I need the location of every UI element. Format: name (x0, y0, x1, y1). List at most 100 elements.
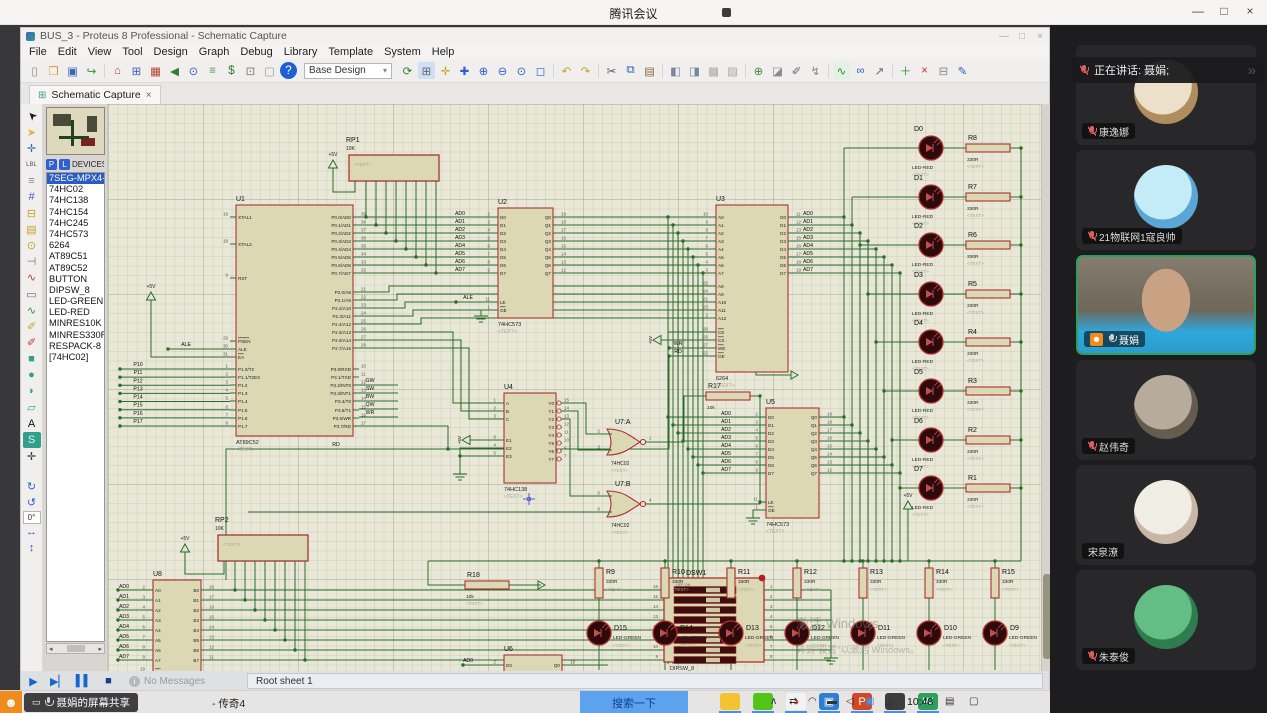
toolbar-icon-49[interactable]: ✎ (954, 62, 971, 79)
taskbar-app-title[interactable]: - 传奇4 (212, 696, 245, 711)
mode-icon-5[interactable]: # (23, 189, 41, 205)
menu-edit[interactable]: Edit (58, 46, 77, 58)
pause-button[interactable]: ▌▌ (71, 672, 96, 690)
toolbar-icon-8[interactable]: ◀ (166, 62, 183, 79)
participant-tile[interactable]: 21物联网1寇良帅 (1076, 150, 1256, 250)
mode-icon-18[interactable]: ▱ (23, 399, 41, 415)
toolbar-icon-29[interactable]: ⧉ (622, 62, 639, 79)
mode-icon-3[interactable]: LBL (23, 157, 41, 173)
participant-tile[interactable]: ☻聂娟 (1076, 255, 1256, 355)
mode-icon-10[interactable]: ∿ (23, 270, 41, 286)
proteus-minimize-button[interactable]: — (995, 31, 1013, 42)
schematic-canvas[interactable]: +5V+5V+5V+5V+5V+5VU1AT89C52<TEXT>XTAL119… (108, 104, 1041, 671)
device-item[interactable]: LED-RED (47, 307, 104, 318)
toolbar-icon-32[interactable]: ◧ (667, 62, 684, 79)
toolbar-icon-9[interactable]: ⊙ (185, 62, 202, 79)
toolbar-icon-26[interactable]: ↷ (577, 62, 594, 79)
step-button[interactable]: ▶▏ (46, 672, 71, 690)
menu-template[interactable]: Template (328, 46, 373, 58)
toolbar-icon-11[interactable]: $ (223, 62, 240, 79)
proteus-close-button[interactable]: × (1031, 31, 1049, 42)
toolbar-icon-3[interactable]: ↪ (83, 62, 100, 79)
tab-close-icon[interactable]: × (146, 90, 152, 101)
mode-icon-13[interactable]: ✐ (23, 318, 41, 334)
rotate-icon-3[interactable]: ↔ (23, 524, 41, 540)
toolbar-icon-28[interactable]: ✂ (603, 62, 620, 79)
mode-icon-21[interactable]: ✛ (23, 448, 41, 464)
toolbar-icon-7[interactable]: ▦ (147, 62, 164, 79)
toolbar-icon-1[interactable]: ❒ (45, 62, 62, 79)
tray2-icon-1[interactable]: ▢ (969, 696, 978, 707)
toolbar-icon-43[interactable]: ∞ (852, 62, 869, 79)
menu-tool[interactable]: Tool (122, 46, 142, 58)
toolbar-icon-16[interactable]: ⟳ (399, 62, 416, 79)
toolbar-icon-14[interactable]: ? (280, 62, 297, 79)
toolbar-icon-0[interactable]: ▯ (26, 62, 43, 79)
toolbar-icon-37[interactable]: ⊕ (750, 62, 767, 79)
share-person-icon[interactable]: ☻ (0, 691, 22, 713)
design-profile-dropdown[interactable]: Base Design▾ (304, 63, 392, 79)
toolbar-icon-30[interactable]: ▤ (641, 62, 658, 79)
mode-icon-16[interactable]: ● (23, 367, 41, 383)
mode-icon-20[interactable]: S (23, 432, 41, 448)
mode-icon-4[interactable]: ≡ (23, 173, 41, 189)
device-item[interactable]: 74HC154 (47, 207, 104, 218)
toolbar-icon-35[interactable]: ▨ (724, 62, 741, 79)
device-list-scrollbar[interactable]: ◂ ▸ (46, 643, 105, 654)
toolbar-icon-42[interactable]: ∿ (833, 62, 850, 79)
library-manager-button[interactable]: L (59, 159, 70, 170)
device-item[interactable]: DIPSW_8 (47, 285, 104, 296)
close-button[interactable]: × (1239, 4, 1261, 18)
device-item[interactable]: 74HC02 (47, 184, 104, 195)
device-item[interactable]: MINRES10K (47, 318, 104, 329)
mode-icon-15[interactable]: ■ (23, 351, 41, 367)
device-item[interactable]: AT89C51 (47, 251, 104, 262)
tray-icon-2[interactable]: ◠ (808, 696, 817, 707)
toolbar-icon-12[interactable]: ⊡ (242, 62, 259, 79)
toolbar-icon-6[interactable]: ⊞ (128, 62, 145, 79)
toolbar-icon-40[interactable]: ↯ (807, 62, 824, 79)
tray-icon-3[interactable]: ▬ (827, 696, 837, 707)
rotate-icon-4[interactable]: ↕ (23, 540, 41, 556)
maximize-button[interactable]: □ (1213, 4, 1235, 18)
device-item[interactable]: MINRES330R (47, 330, 104, 341)
toolbar-icon-10[interactable]: ≡ (204, 62, 221, 79)
device-item[interactable]: LED-GREEN (47, 296, 104, 307)
taskbar-clock[interactable]: 10:48 (907, 696, 933, 708)
tray-icon-0[interactable]: ∧ (770, 696, 777, 707)
menu-system[interactable]: System (384, 46, 421, 58)
tray-icon-6[interactable]: 中 (884, 696, 894, 711)
device-item[interactable]: AT89C52 (47, 263, 104, 274)
scroll-right-icon[interactable]: ▸ (98, 645, 102, 653)
mode-icon-12[interactable]: ∿ (23, 302, 41, 318)
toolbar-icon-18[interactable]: ✛ (437, 62, 454, 79)
toolbar-icon-5[interactable]: ⌂ (109, 62, 126, 79)
menu-debug[interactable]: Debug (240, 46, 272, 58)
menu-library[interactable]: Library (284, 46, 318, 58)
mode-icon-14[interactable]: ✐ (23, 335, 41, 351)
proteus-maximize-button[interactable]: □ (1013, 31, 1031, 42)
toolbar-icon-44[interactable]: ↗ (871, 62, 888, 79)
toolbar-icon-20[interactable]: ⊕ (475, 62, 492, 79)
toolbar-icon-13[interactable]: ▢ (261, 62, 278, 79)
device-item[interactable]: RESPACK-8 (47, 341, 104, 352)
stop-button[interactable]: ■ (96, 672, 121, 690)
toolbar-icon-2[interactable]: ▣ (64, 62, 81, 79)
device-item[interactable]: BUTTON (47, 274, 104, 285)
menu-view[interactable]: View (88, 46, 112, 58)
tray-icon-5[interactable]: ▣ (865, 696, 874, 707)
device-item[interactable]: 7SEG-MPX4- (47, 173, 104, 184)
toolbar-icon-38[interactable]: ◪ (769, 62, 786, 79)
device-item[interactable]: 74HC138 (47, 195, 104, 206)
menu-graph[interactable]: Graph (199, 46, 230, 58)
toolbar-icon-23[interactable]: ◻ (532, 62, 549, 79)
device-item[interactable]: 74HC245 (47, 218, 104, 229)
device-item[interactable]: 6264 (47, 240, 104, 251)
tray-icon-4[interactable]: ◁ (846, 696, 854, 707)
scrollbar-thumb[interactable] (67, 645, 85, 652)
toolbar-icon-48[interactable]: ⊟ (935, 62, 952, 79)
device-item[interactable]: 74HC573 (47, 229, 104, 240)
toolbar-icon-34[interactable]: ▩ (705, 62, 722, 79)
toolbar-icon-19[interactable]: ✚ (456, 62, 473, 79)
menu-help[interactable]: Help (432, 46, 455, 58)
